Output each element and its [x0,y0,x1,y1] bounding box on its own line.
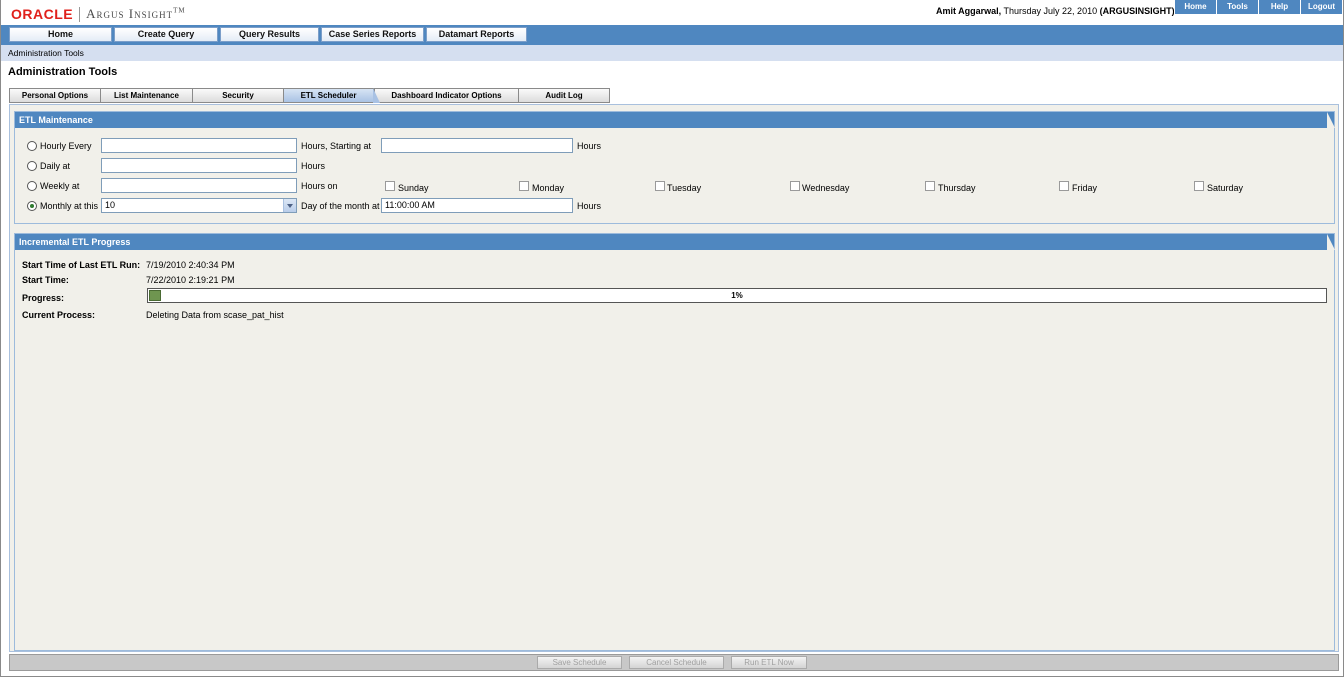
global-link-home[interactable]: Home [1174,0,1216,14]
weekday-checkbox-sunday[interactable] [385,181,395,191]
weekday-label-saturday: Saturday [1207,183,1244,193]
nav-case-series-reports[interactable]: Case Series Reports [321,27,424,42]
weekly-row: Weekly at Hours on Sunday Monday Tuesday… [15,178,1334,194]
weekday-checkbox-saturday[interactable] [1194,181,1204,191]
weekday-checkbox-wednesday[interactable] [790,181,800,191]
etl-scheduler-panel: ETL Maintenance Hourly Every Hours, Star… [9,104,1339,652]
global-link-logout[interactable]: Logout [1300,0,1342,14]
global-link-tools[interactable]: Tools [1216,0,1258,14]
nav-datamart-reports[interactable]: Datamart Reports [426,27,527,42]
hourly-row: Hourly Every Hours, Starting at Hours [15,138,1334,154]
weekday-checkbox-thursday[interactable] [925,181,935,191]
tab-security[interactable]: Security [193,88,284,103]
hourly-unit-label: Hours, Starting at [301,141,372,151]
weekday-label-sunday: Sunday [398,183,429,193]
weekly-unit-label: Hours on [301,181,338,191]
product-name: Argus InsightTM [86,6,186,21]
tab-dashboard-indicator-options[interactable]: Dashboard Indicator Options [374,88,519,103]
weekday-checkbox-friday[interactable] [1059,181,1069,191]
app-window: ORACLE Argus InsightTM Amit Aggarwal, Th… [0,0,1344,677]
progress-bar: 1% [147,288,1327,303]
monthly-row: Monthly at this 10 Day of the month at 1… [15,198,1334,214]
nav-home[interactable]: Home [9,27,112,42]
weekday-label-friday: Friday [1072,183,1098,193]
user-info: Amit Aggarwal, Thursday July 22, 2010 (A… [936,6,1175,16]
run-etl-now-button[interactable]: Run ETL Now [731,656,807,669]
last-run-value: 7/19/2010 2:40:34 PM [146,260,235,270]
oracle-argus-logo: ORACLE Argus InsightTM [11,5,186,23]
hourly-start-unit-label: Hours [577,141,602,151]
etl-maintenance-header: ETL Maintenance [15,112,1335,128]
incremental-etl-progress-header: Incremental ETL Progress [15,234,1335,250]
save-schedule-button[interactable]: Save Schedule [537,656,622,669]
page-title: Administration Tools [8,66,118,78]
monthly-day-value: 10 [105,200,116,210]
hourly-start-input[interactable] [381,138,573,153]
etl-maintenance-section: ETL Maintenance Hourly Every Hours, Star… [14,111,1335,224]
weekday-checkbox-tuesday[interactable] [655,181,665,191]
tab-personal-options[interactable]: Personal Options [9,88,101,103]
breadcrumb: Administration Tools [1,45,1343,61]
global-link-help[interactable]: Help [1258,0,1300,14]
oracle-logo-text: ORACLE [11,6,74,22]
chevron-down-icon[interactable] [283,199,296,212]
header: ORACLE Argus InsightTM Amit Aggarwal, Th… [1,0,1343,26]
monthly-time-input[interactable]: 11:00:00 AM [381,198,573,213]
main-nav: Home Create Query Query Results Case Ser… [1,25,1343,45]
daily-label: Daily at [40,161,71,171]
weekday-label-tuesday: Tuesday [667,183,702,193]
hourly-radio[interactable] [27,141,37,151]
admin-tabs: Personal Options List Maintenance Securi… [9,88,610,103]
logo-separator [79,6,81,22]
cancel-schedule-button[interactable]: Cancel Schedule [629,656,724,669]
current-process-value: Deleting Data from scase_pat_hist [146,310,284,320]
global-links: Home Tools Help Logout [1174,0,1342,14]
current-process-label: Current Process: [22,310,96,320]
weekly-time-input[interactable] [101,178,297,193]
nav-query-results[interactable]: Query Results [220,27,319,42]
weekday-checkbox-monday[interactable] [519,181,529,191]
daily-unit-label: Hours [301,161,326,171]
tab-audit-log[interactable]: Audit Log [519,88,610,103]
monthly-unit-label: Day of the month at [301,201,380,211]
progress-label: Progress: [22,293,65,303]
action-bar: Save Schedule Cancel Schedule Run ETL No… [9,654,1339,671]
tab-list-maintenance[interactable]: List Maintenance [101,88,193,103]
nav-create-query[interactable]: Create Query [114,27,218,42]
start-time-label: Start Time: [22,275,69,285]
hourly-label: Hourly Every [40,141,92,151]
weekly-label: Weekly at [40,181,80,191]
progress-percent: 1% [731,291,743,300]
weekday-label-wednesday: Wednesday [802,183,850,193]
last-run-label: Start Time of Last ETL Run: [22,260,141,270]
weekly-radio[interactable] [27,181,37,191]
daily-radio[interactable] [27,161,37,171]
monthly-label: Monthly at this [40,201,99,211]
daily-row: Daily at Hours [15,158,1334,174]
weekday-label-thursday: Thursday [938,183,976,193]
start-time-value: 7/22/2010 2:19:21 PM [146,275,235,285]
incremental-etl-progress-section: Incremental ETL Progress Start Time of L… [14,233,1335,651]
daily-time-input[interactable] [101,158,297,173]
tab-etl-scheduler[interactable]: ETL Scheduler [284,88,380,103]
monthly-time-unit-label: Hours [577,201,602,211]
hourly-interval-input[interactable] [101,138,297,153]
monthly-radio[interactable] [27,201,37,211]
weekday-label-monday: Monday [532,183,565,193]
monthly-day-select[interactable]: 10 [101,198,297,213]
